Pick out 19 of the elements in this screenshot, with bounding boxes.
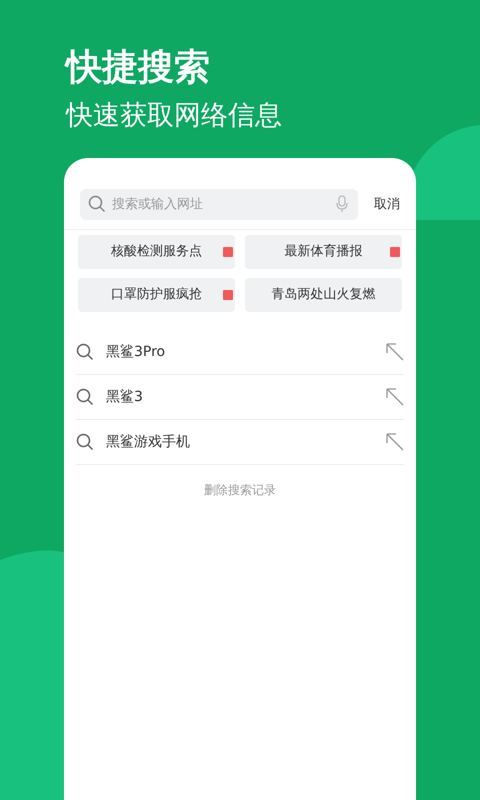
search-icon xyxy=(76,433,94,451)
history-item[interactable]: 黑鲨游戏手机 xyxy=(106,432,386,452)
topic-chip[interactable]: 最新体育播报 xyxy=(245,235,402,269)
search-field[interactable]: 搜索或输入网址 xyxy=(80,189,358,220)
search-icon xyxy=(76,388,94,406)
subheadline: 快速获取网络信息 xyxy=(66,99,283,133)
topic-chip[interactable]: 青岛两处山火复燃 xyxy=(245,278,402,312)
microphone-icon[interactable] xyxy=(336,195,348,213)
cancel-button[interactable]: 取消 xyxy=(374,194,400,214)
search-icon xyxy=(88,195,106,213)
arrow-icon[interactable] xyxy=(386,433,404,451)
arrow-icon[interactable] xyxy=(386,388,404,406)
topic-chip[interactable]: 口罩防护服疯抢 xyxy=(78,278,235,312)
history-item[interactable]: 黑鲨3 xyxy=(106,386,386,408)
topic-chip[interactable]: 核酸检测服务点 xyxy=(78,235,235,269)
history-item[interactable]: 黑鲨3Pro xyxy=(106,342,386,362)
headline: 快捷搜索 xyxy=(66,46,211,90)
search-icon xyxy=(76,343,94,361)
arrow-icon[interactable] xyxy=(386,343,404,361)
